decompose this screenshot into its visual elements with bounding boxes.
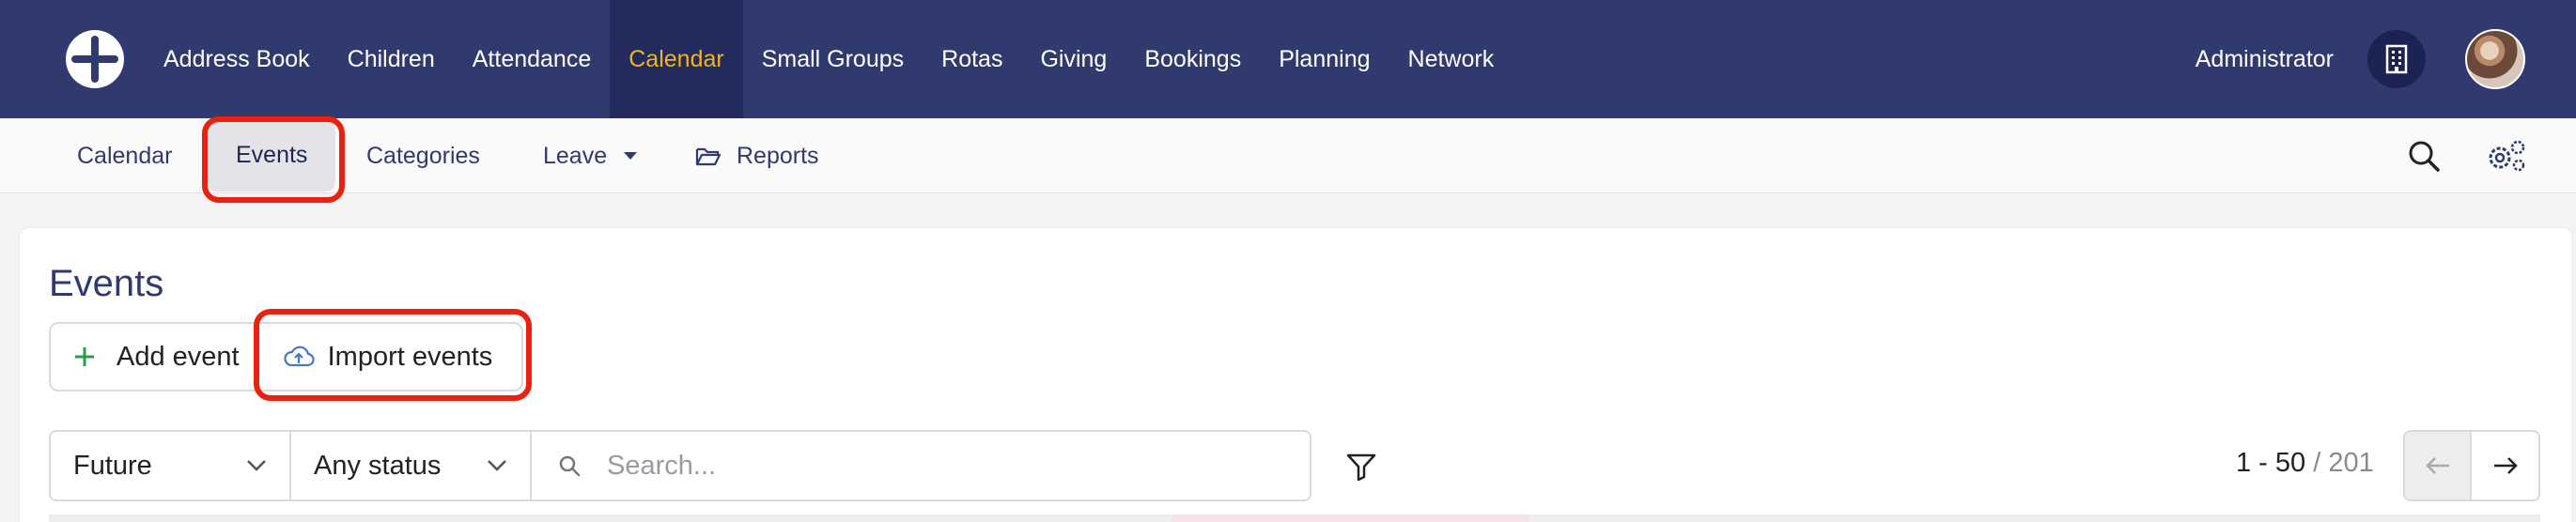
nav-rotas[interactable]: Rotas: [923, 0, 1021, 118]
subnav-calendar[interactable]: Calendar: [77, 118, 172, 193]
nav-giving[interactable]: Giving: [1021, 0, 1125, 118]
nav-address-book[interactable]: Address Book: [126, 0, 329, 118]
top-nav: Address Book Children Attendance Calenda…: [0, 0, 2576, 118]
nav-label: Giving: [1040, 45, 1108, 72]
subnav-label: Events: [236, 141, 308, 168]
search-icon: [559, 455, 581, 477]
search-input[interactable]: Search...: [532, 430, 1311, 501]
caret-down-icon: [624, 152, 638, 160]
previous-page-button[interactable]: [2405, 432, 2472, 499]
filter-icon[interactable]: [1345, 451, 1377, 483]
nav-label: Calendar: [628, 45, 724, 72]
nav-network[interactable]: Network: [1389, 0, 1513, 118]
subnav-reports[interactable]: Reports: [695, 118, 819, 193]
subnav-label: Leave: [543, 142, 608, 169]
pagination-range: 1 - 50: [2236, 448, 2306, 478]
subnav-label: Categories: [366, 142, 480, 169]
time-filter-value: Future: [73, 450, 152, 481]
nav-label: Address Book: [163, 45, 310, 72]
nav-planning[interactable]: Planning: [1260, 0, 1389, 118]
search-placeholder: Search...: [607, 450, 717, 481]
folder-open-icon: [695, 147, 722, 166]
subnav-label: Reports: [737, 142, 819, 169]
cloud-upload-icon: [284, 345, 315, 367]
nav-label: Attendance: [472, 45, 592, 72]
nav-label: Network: [1407, 45, 1495, 72]
pagination-total: / 201: [2313, 448, 2374, 478]
table-header-accent: [1172, 514, 1529, 522]
nav-label: Planning: [1279, 45, 1371, 72]
subnav-tools: [2407, 118, 2576, 193]
search-icon[interactable]: [2407, 139, 2441, 173]
page-title: Events: [49, 263, 164, 304]
user-role-label[interactable]: Administrator: [2196, 46, 2334, 73]
nav-label: Small Groups: [761, 45, 905, 72]
subnav-categories[interactable]: Categories: [366, 118, 480, 193]
plus-icon: [75, 347, 94, 366]
table-header-strip: [49, 514, 2540, 522]
pagination-controls: [2403, 430, 2540, 501]
building-icon[interactable]: [2367, 30, 2426, 88]
add-event-label: Add event: [116, 341, 240, 372]
time-filter-select[interactable]: Future: [49, 430, 291, 501]
add-event-button[interactable]: Add event: [51, 324, 256, 390]
pagination-summary: 1 - 50 / 201: [2236, 448, 2374, 479]
status-filter-value: Any status: [314, 450, 442, 481]
event-actions: Add event Import events: [49, 322, 523, 392]
nav-children[interactable]: Children: [329, 0, 454, 118]
avatar[interactable]: [2465, 29, 2525, 89]
nav-label: Children: [347, 45, 435, 72]
user-area: Administrator: [2196, 0, 2576, 118]
arrow-left-icon: [2425, 457, 2449, 474]
chevron-down-icon: [488, 460, 506, 471]
nav-bookings[interactable]: Bookings: [1125, 0, 1260, 118]
nav-small-groups[interactable]: Small Groups: [743, 0, 923, 118]
chevron-down-icon: [247, 460, 266, 471]
nav-label: Bookings: [1144, 45, 1242, 72]
main-menu: Address Book Children Attendance Calenda…: [126, 0, 1513, 118]
nav-label: Rotas: [941, 45, 1003, 72]
import-events-label: Import events: [327, 341, 493, 372]
nav-calendar[interactable]: Calendar: [610, 0, 743, 118]
arrow-right-icon: [2493, 457, 2518, 474]
next-page-button[interactable]: [2472, 432, 2538, 499]
subnav-label: Calendar: [77, 142, 173, 169]
subnav-leave[interactable]: Leave: [543, 118, 639, 193]
import-events-button[interactable]: Import events: [256, 324, 493, 390]
logo-icon[interactable]: [64, 28, 126, 90]
subnav-events[interactable]: Events: [208, 118, 336, 192]
sub-nav: Calendar Events Categories Leave Reports: [0, 118, 2576, 193]
nav-attendance[interactable]: Attendance: [454, 0, 611, 118]
status-filter-select[interactable]: Any status: [291, 430, 532, 501]
settings-gears-icon[interactable]: [2486, 139, 2527, 173]
filter-bar: Future Any status Search...: [49, 430, 1311, 501]
